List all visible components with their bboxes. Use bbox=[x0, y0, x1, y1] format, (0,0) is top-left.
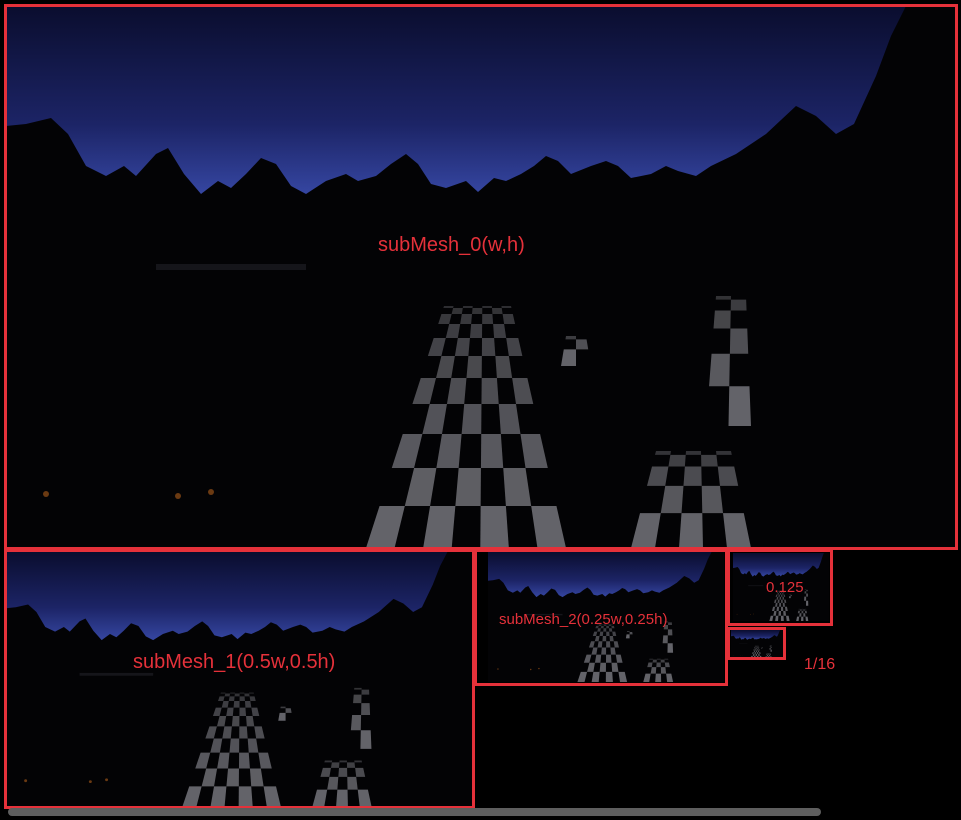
submesh-2-label: subMesh_2(0.25w,0.25h) bbox=[499, 611, 668, 628]
submesh-1-label: subMesh_1(0.5w,0.5h) bbox=[133, 651, 336, 673]
submesh-0-label: subMesh_0(w,h) bbox=[378, 234, 525, 256]
scene-render-image bbox=[6, 552, 472, 806]
submesh-3-label: 0.125 bbox=[766, 579, 804, 596]
submesh-0-view bbox=[6, 6, 956, 548]
mipmap-viewport: subMesh_0(w,h) subMesh_1(0.5w,0.5h) subM… bbox=[0, 0, 961, 820]
submesh-1-view bbox=[6, 552, 472, 806]
scene-render-image bbox=[6, 6, 956, 548]
scene-render-image bbox=[731, 630, 783, 658]
submesh-4-label: 1/16 bbox=[804, 656, 836, 673]
submesh-4-view bbox=[731, 630, 783, 658]
horizontal-scrollbar[interactable] bbox=[8, 808, 821, 816]
